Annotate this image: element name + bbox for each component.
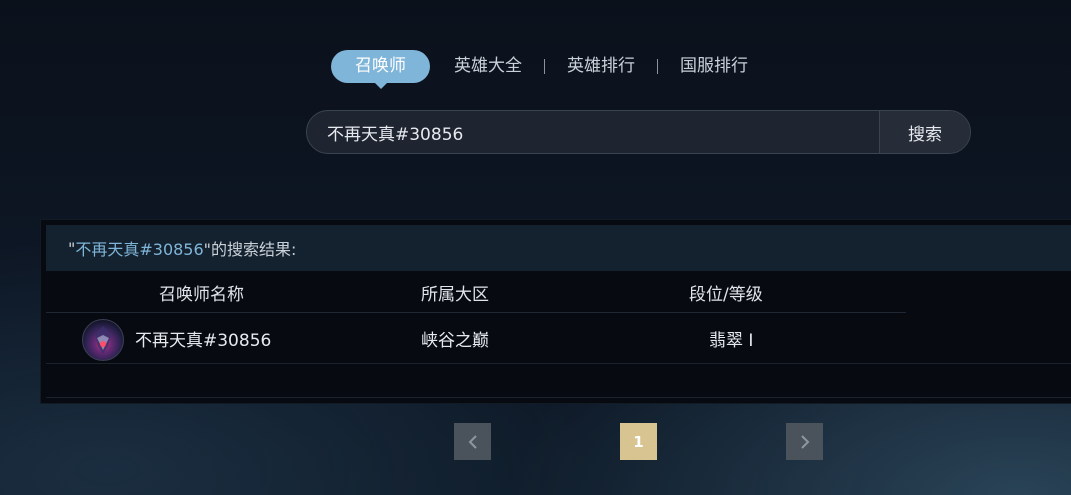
search-input[interactable] (307, 111, 879, 153)
table-row[interactable]: 不再天真#30856 峡谷之巅 翡翠 Ⅰ (46, 313, 1071, 364)
tab-champion-list[interactable]: 英雄大全 (442, 50, 534, 83)
results-title: " 不再天真#30856 "的搜索结果: (46, 225, 1071, 271)
summoner-name[interactable]: 不再天真#30856 (135, 326, 271, 351)
table-row-empty (46, 364, 1071, 398)
avatar[interactable] (82, 319, 124, 361)
search-button[interactable]: 搜索 (879, 111, 970, 153)
next-page-button[interactable] (786, 423, 823, 460)
chevron-left-icon (468, 434, 477, 449)
nav-tabs: 召唤师 英雄大全 英雄排行 国服排行 (331, 50, 760, 89)
region: 峡谷之巅 (421, 330, 489, 351)
header-summoner-name: 召唤师名称 (159, 284, 244, 305)
header-rank: 段位/等级 (689, 284, 763, 305)
tab-summoner[interactable]: 召唤师 (331, 50, 430, 89)
page-button-current[interactable]: 1 (620, 423, 657, 460)
tab-divider (657, 59, 658, 74)
title-quote: " (68, 238, 76, 258)
chevron-right-icon (800, 434, 809, 449)
tab-divider (544, 59, 545, 74)
table-header: 召唤师名称 所属大区 段位/等级 (46, 272, 906, 313)
results-panel: " 不再天真#30856 "的搜索结果: 召唤师名称 所属大区 段位/等级 不再天… (40, 219, 1071, 404)
header-region: 所属大区 (421, 284, 489, 305)
tab-server-ranking[interactable]: 国服排行 (668, 50, 760, 83)
prev-page-button[interactable] (454, 423, 491, 460)
tab-champion-ranking[interactable]: 英雄排行 (555, 50, 647, 83)
search-bar: 搜索 (306, 110, 971, 154)
search-keyword: 不再天真#30856 (75, 240, 204, 259)
rank: 翡翠 Ⅰ (709, 330, 754, 351)
title-suffix: "的搜索结果: (203, 240, 297, 259)
